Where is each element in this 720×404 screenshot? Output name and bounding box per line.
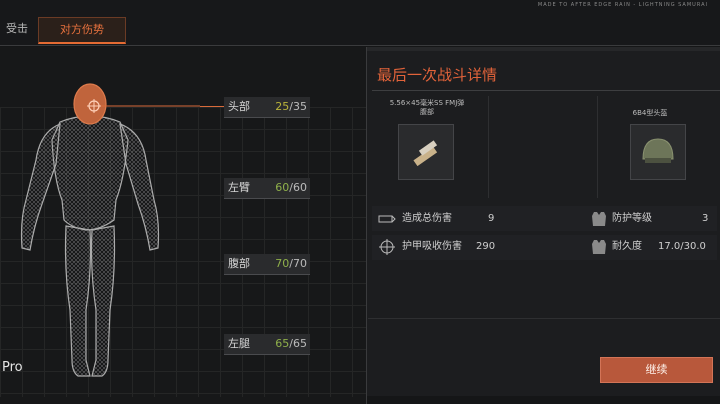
helmet-slot[interactable] [630, 124, 686, 180]
continue-button[interactable]: 继续 [600, 357, 713, 383]
durability-label: 耐久度 [612, 241, 642, 252]
helmet-icon [642, 138, 674, 163]
slot-separator-2 [597, 96, 598, 198]
armor-class-value: 3 [702, 213, 709, 224]
vest-icon [592, 212, 606, 226]
details-title: 最后一次战斗详情 [377, 66, 498, 84]
crosshair-icon [379, 239, 395, 255]
weapon-slot[interactable] [398, 124, 454, 180]
title-underline [372, 90, 720, 91]
helmet-name: 6B4型头盔 [632, 109, 668, 117]
tab-hit[interactable]: 受击 [0, 17, 34, 41]
absorbed-damage-label: 护甲吸收伤害 [402, 241, 462, 252]
total-damage-label: 造成总伤害 [402, 213, 452, 224]
corner-text: MADE TO AFTER EDGE RAIN - LIGHTNING SAMU… [537, 2, 708, 8]
bottom-divider [368, 318, 720, 319]
top-divider [0, 45, 720, 46]
device-label: Pro [2, 360, 23, 375]
body-silhouette [20, 83, 200, 377]
ammo-icon [413, 140, 438, 167]
ammo-icon [378, 215, 396, 223]
total-damage-value: 9 [488, 213, 495, 224]
absorbed-damage-value: 290 [476, 241, 496, 252]
durability-value: 17.0/30.0 [658, 241, 706, 252]
armor-class-label: 防护等级 [612, 213, 652, 224]
part-head: 头部 25/35 [224, 97, 310, 118]
weapon-name: 5.56×45毫米SS FMJ弹 腹部 [389, 99, 465, 116]
part-left-leg: 左腿 65/65 [224, 334, 310, 355]
vest-icon [592, 240, 606, 254]
head-pointer-line [200, 106, 224, 107]
slot-separator [488, 96, 489, 198]
part-left-arm: 左臂 60/60 [224, 178, 310, 199]
tab-enemy-injury[interactable]: 对方伤势 [38, 17, 126, 44]
part-stomach: 腹部 70/70 [224, 254, 310, 275]
